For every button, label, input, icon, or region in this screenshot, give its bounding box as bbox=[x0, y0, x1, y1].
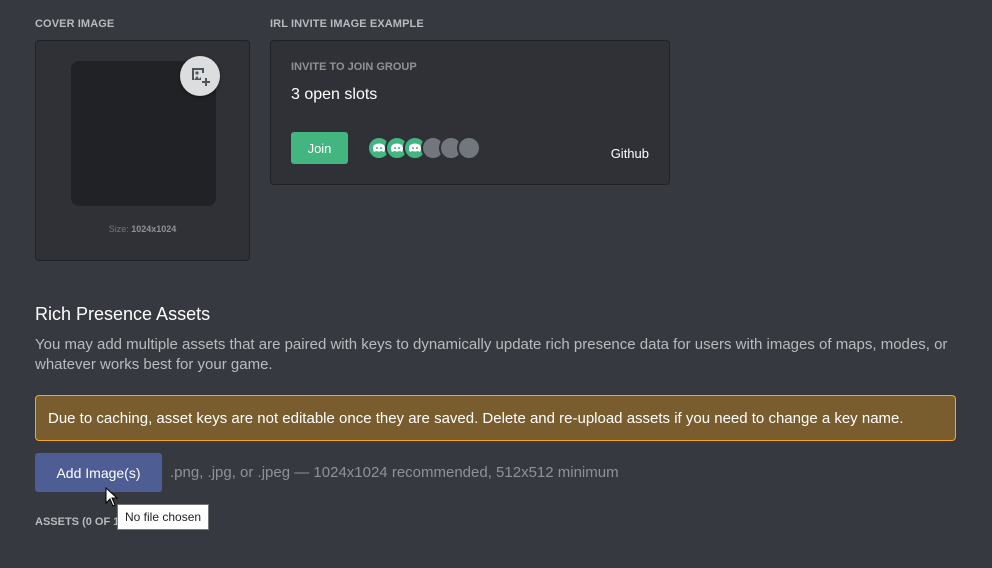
empty-slot-avatar bbox=[457, 136, 481, 160]
invite-open-slots: 3 open slots bbox=[291, 86, 378, 103]
cover-image-dropzone[interactable]: Size: 1024x1024 bbox=[35, 40, 250, 261]
file-input-tooltip: No file chosen bbox=[117, 504, 210, 530]
invite-example-label: IRL INVITE IMAGE EXAMPLE bbox=[270, 18, 424, 30]
warning-text: Due to caching, asset keys are not edita… bbox=[48, 409, 904, 427]
cover-size-prefix: Size: bbox=[108, 224, 129, 234]
invite-app-name: Github bbox=[610, 146, 649, 161]
add-images-button[interactable]: Add Image(s) bbox=[35, 453, 162, 492]
invite-preview-card: INVITE TO JOIN GROUP 3 open slots Join G… bbox=[270, 40, 670, 185]
cover-image-label: COVER IMAGE bbox=[35, 18, 115, 30]
caching-warning: Due to caching, asset keys are not edita… bbox=[35, 395, 956, 441]
party-avatars bbox=[367, 136, 487, 160]
section-title: Rich Presence Assets bbox=[35, 304, 211, 324]
cover-size-value: 1024x1024 bbox=[131, 224, 177, 234]
join-button[interactable]: Join bbox=[291, 132, 348, 164]
mouse-cursor-icon bbox=[105, 487, 119, 507]
assets-count-label: ASSETS (0 OF 1 bbox=[35, 516, 120, 528]
file-format-hint: .png, .jpg, or .jpeg — 1024x1024 recomme… bbox=[170, 464, 619, 481]
cover-size-text: Size: 1024x1024 bbox=[36, 224, 249, 234]
add-image-icon[interactable] bbox=[180, 56, 220, 96]
section-description: You may add multiple assets that are pai… bbox=[35, 336, 948, 373]
invite-heading: INVITE TO JOIN GROUP bbox=[291, 61, 417, 73]
